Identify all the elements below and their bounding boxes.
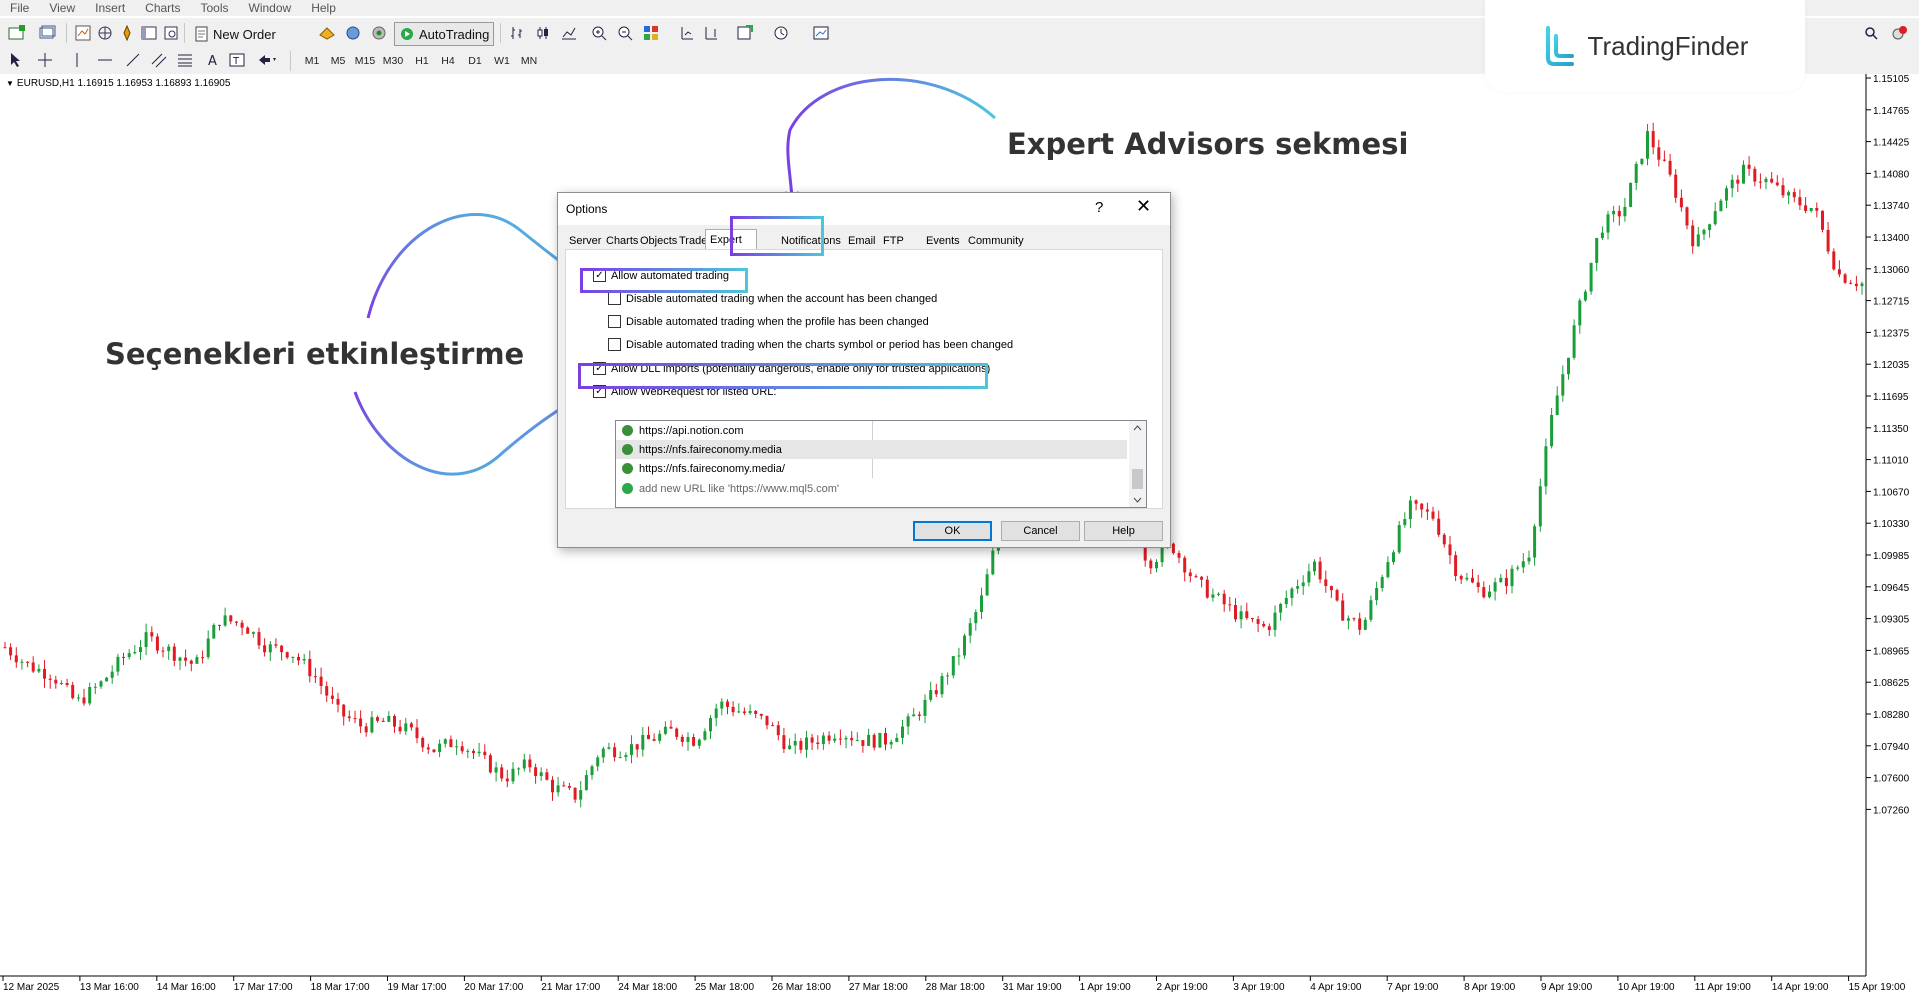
- tab-caption: Expert Advisors sekmesi: [1007, 127, 1409, 161]
- option-label: Disable automated trading when the chart…: [626, 338, 1014, 351]
- tab-arrow: [786, 77, 996, 199]
- url-list-item[interactable]: https://nfs.faireconomy.media/: [616, 459, 1127, 478]
- option-allow-automated-trading[interactable]: ✓ Allow automated trading: [593, 269, 729, 282]
- globe-icon: [622, 444, 633, 455]
- tab-events[interactable]: Events: [926, 233, 960, 249]
- url-text: https://nfs.faireconomy.media/: [639, 462, 785, 475]
- checkbox[interactable]: [608, 338, 621, 351]
- tab-objects[interactable]: Objects: [640, 233, 677, 249]
- option-disable-on-account-change[interactable]: Disable automated trading when the accou…: [608, 292, 937, 305]
- dialog-help-icon[interactable]: ?: [1095, 199, 1103, 216]
- tab-email[interactable]: Email: [848, 233, 876, 249]
- ok-button[interactable]: OK: [913, 521, 992, 541]
- tab-community[interactable]: Community: [968, 233, 1024, 249]
- url-list-item[interactable]: https://nfs.faireconomy.media: [616, 440, 1127, 459]
- option-allow-dll-imports[interactable]: ✓ Allow DLL imports (potentially dangero…: [593, 362, 990, 375]
- add-url-row[interactable]: add new URL like 'https://www.mql5.com': [616, 479, 1127, 498]
- url-list-scrollbar[interactable]: [1129, 421, 1146, 507]
- dialog-title: Options: [566, 202, 608, 216]
- globe-icon: [622, 463, 633, 474]
- tab-notifications[interactable]: Notifications: [781, 233, 841, 249]
- help-button[interactable]: Help: [1084, 521, 1163, 541]
- option-label: Allow DLL imports (potentially dangerous…: [611, 362, 991, 375]
- webrequest-url-list[interactable]: https://api.notion.com https://nfs.faire…: [615, 420, 1147, 508]
- dialog-close-icon[interactable]: ✕: [1136, 196, 1151, 217]
- tab-trade[interactable]: Trade: [679, 233, 707, 249]
- options-arrow-lower: [353, 391, 574, 476]
- checkbox[interactable]: [608, 315, 621, 328]
- url-text: https://nfs.faireconomy.media: [639, 443, 782, 456]
- option-disable-on-symbol-change[interactable]: Disable automated trading when the chart…: [608, 338, 1013, 351]
- checkbox[interactable]: [608, 292, 621, 305]
- option-allow-webrequest[interactable]: ✓ Allow WebRequest for listed URL:: [593, 385, 776, 398]
- option-label: Disable automated trading when the accou…: [626, 292, 938, 305]
- option-disable-on-profile-change[interactable]: Disable automated trading when the profi…: [608, 315, 929, 328]
- checkbox[interactable]: ✓: [593, 269, 606, 282]
- cancel-button[interactable]: Cancel: [1001, 521, 1080, 541]
- checkbox[interactable]: ✓: [593, 385, 606, 398]
- globe-icon: [622, 425, 633, 436]
- dialog-titlebar: Options ? ✕: [558, 193, 1170, 225]
- url-list-item[interactable]: https://api.notion.com: [616, 421, 1127, 440]
- expert-advisors-panel: ✓ Allow automated trading Disable automa…: [565, 249, 1163, 509]
- tab-expert-advisors[interactable]: Expert Advisors: [705, 229, 758, 266]
- url-text: https://api.notion.com: [639, 424, 744, 437]
- add-icon: [622, 483, 633, 494]
- option-label: Disable automated trading when the profi…: [626, 315, 929, 328]
- tab-ftp[interactable]: FTP: [883, 233, 904, 249]
- options-arrow-upper: [366, 213, 574, 319]
- options-dialog: Options ? ✕ Server Charts Objects Trade …: [557, 192, 1171, 548]
- option-label: Allow automated trading: [611, 269, 730, 282]
- checkbox[interactable]: ✓: [593, 362, 606, 375]
- tab-server[interactable]: Server: [569, 233, 601, 249]
- add-url-hint: add new URL like 'https://www.mql5.com': [639, 482, 840, 495]
- options-caption: Seçenekleri etkinleştirme: [105, 337, 525, 371]
- option-label: Allow WebRequest for listed URL:: [611, 385, 777, 398]
- tab-charts[interactable]: Charts: [606, 233, 638, 249]
